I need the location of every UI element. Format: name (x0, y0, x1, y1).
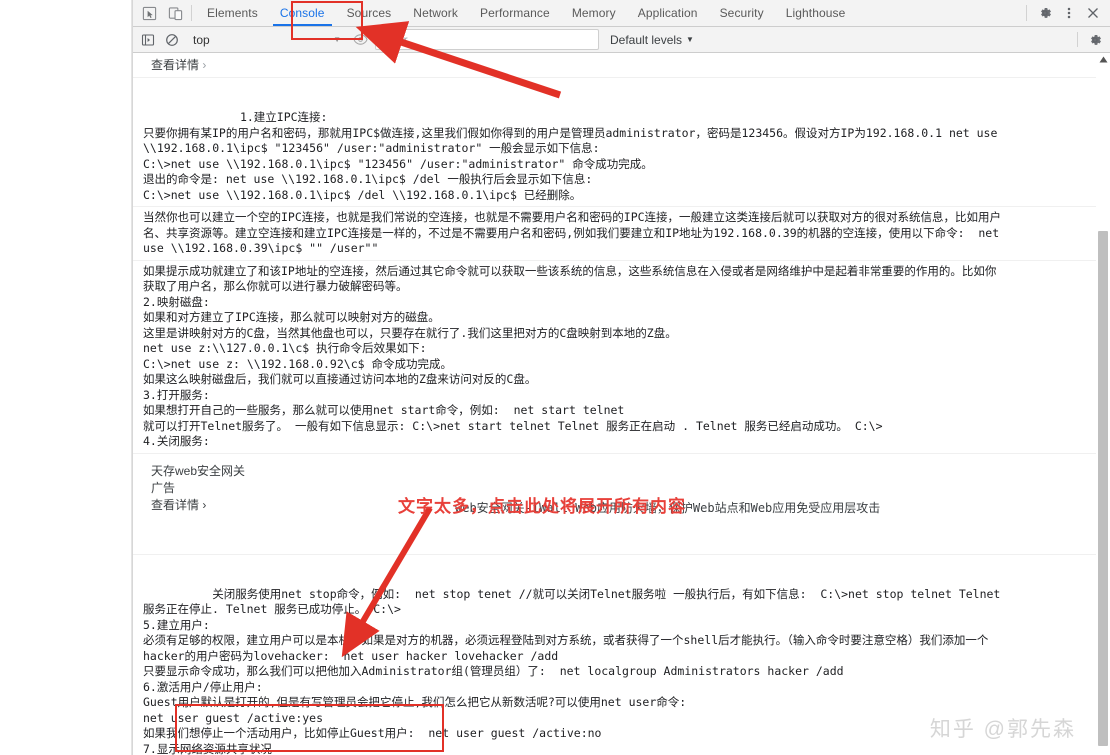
filter-bar-divider (1077, 32, 1078, 47)
devtools-dock-buttons (133, 0, 189, 26)
ad-description: web安全网关-iWall Web应用防火墙，保护Web站点和Web应用免受应用… (455, 500, 881, 515)
console-sidebar-toggle-icon[interactable] (137, 30, 159, 50)
ad-more-label: 查看详情 (151, 497, 200, 512)
console-log-text: 关闭服务使用net stop命令，例如: net stop tenet //就可… (143, 586, 1001, 755)
advertisement[interactable]: 天存web安全网关 广告 查看详情 › web安全网关-iWall Web应用防… (137, 455, 1090, 553)
console-filter-input[interactable]: Filter (375, 29, 599, 50)
tab-sources[interactable]: Sources (336, 0, 403, 26)
tab-security[interactable]: Security (709, 0, 775, 26)
close-devtools-icon[interactable] (1082, 2, 1104, 24)
console-scroll-up-arrow-icon[interactable] (1097, 53, 1109, 65)
ad-badge: 广告 (151, 480, 176, 495)
devtools-panel: Elements Console Sources Network Perform… (132, 0, 1110, 755)
filter-bar-right (1071, 30, 1106, 50)
console-log-text: 如果提示成功就建立了和该IP地址的空连接，然后通过其它命令就可以获取一些该系统的… (143, 263, 997, 449)
console-ad-link-row[interactable]: 查看详情 › (133, 53, 1110, 78)
execution-context-selector[interactable]: top ▼ (185, 30, 347, 49)
chevron-right-icon: › (202, 58, 207, 72)
inspect-element-icon[interactable] (139, 3, 159, 23)
console-log-block-3[interactable]: 如果提示成功就建立了和该IP地址的空连接，然后通过其它命令就可以获取一些该系统的… (133, 261, 1110, 454)
screenshot-root: Elements Console Sources Network Perform… (0, 0, 1110, 755)
console-settings-gear-icon[interactable] (1084, 30, 1106, 50)
devtools-tabstrip: Elements Console Sources Network Perform… (133, 0, 1110, 27)
log-levels-selector[interactable]: Default levels ▼ (610, 33, 694, 47)
console-log-text: 1.建立IPC连接: 只要你拥有某IP的用户名和密码，那就用IPC$做连接,这里… (143, 110, 998, 202)
chevron-right-icon: › (202, 497, 207, 512)
log-levels-label: Default levels (610, 32, 683, 47)
tab-actions-divider (1026, 5, 1027, 21)
live-expression-eye-icon[interactable] (349, 30, 371, 50)
devtools-tabs: Elements Console Sources Network Perform… (196, 0, 856, 26)
page-left-gutter (0, 0, 148, 755)
console-scrollbar-thumb[interactable] (1098, 231, 1108, 746)
device-toolbar-icon[interactable] (165, 3, 185, 23)
tab-performance[interactable]: Performance (469, 0, 561, 26)
console-ad-block[interactable]: 天存web安全网关 广告 查看详情 › web安全网关-iWall Web应用防… (133, 454, 1110, 555)
tab-network[interactable]: Network (402, 0, 469, 26)
clear-console-icon[interactable] (161, 30, 183, 50)
console-scrollbar[interactable] (1096, 53, 1110, 755)
console-filter-bar: top ▼ Filter Default levels ▼ (133, 27, 1110, 53)
console-message-list[interactable]: 查看详情 › 1.建立IPC连接: 只要你拥有某IP的用户名和密码，那就用IPC… (133, 53, 1110, 755)
chevron-down-icon: ▼ (333, 35, 341, 44)
devtools-tab-actions (1021, 0, 1110, 26)
chevron-down-icon: ▼ (686, 35, 694, 44)
execution-context-value: top (193, 32, 210, 47)
tab-elements[interactable]: Elements (196, 0, 269, 26)
tab-console[interactable]: Console (269, 0, 336, 26)
ad-detail-link-label: 查看详情 (151, 58, 200, 72)
more-options-icon[interactable] (1058, 2, 1080, 24)
tab-memory[interactable]: Memory (561, 0, 627, 26)
tab-application[interactable]: Application (627, 0, 709, 26)
tabstrip-divider (191, 5, 192, 21)
ad-detail-link[interactable]: 查看详情 › (137, 54, 1090, 76)
console-log-block-4[interactable]: 关闭服务使用net stop命令，例如: net stop tenet //就可… (133, 555, 1110, 755)
console-log-text: 当然你也可以建立一个空的IPC连接，也就是我们常说的空连接，也就是不需要用户名和… (143, 210, 1002, 255)
tab-lighthouse[interactable]: Lighthouse (775, 0, 857, 26)
console-log-block-1[interactable]: 1.建立IPC连接: 只要你拥有某IP的用户名和密码，那就用IPC$做连接,这里… (133, 78, 1110, 207)
ad-title: 天存web安全网关 (151, 463, 246, 478)
settings-gear-icon[interactable] (1034, 2, 1056, 24)
console-log-block-2[interactable]: 当然你也可以建立一个空的IPC连接，也就是我们常说的空连接，也就是不需要用户名和… (133, 207, 1110, 261)
